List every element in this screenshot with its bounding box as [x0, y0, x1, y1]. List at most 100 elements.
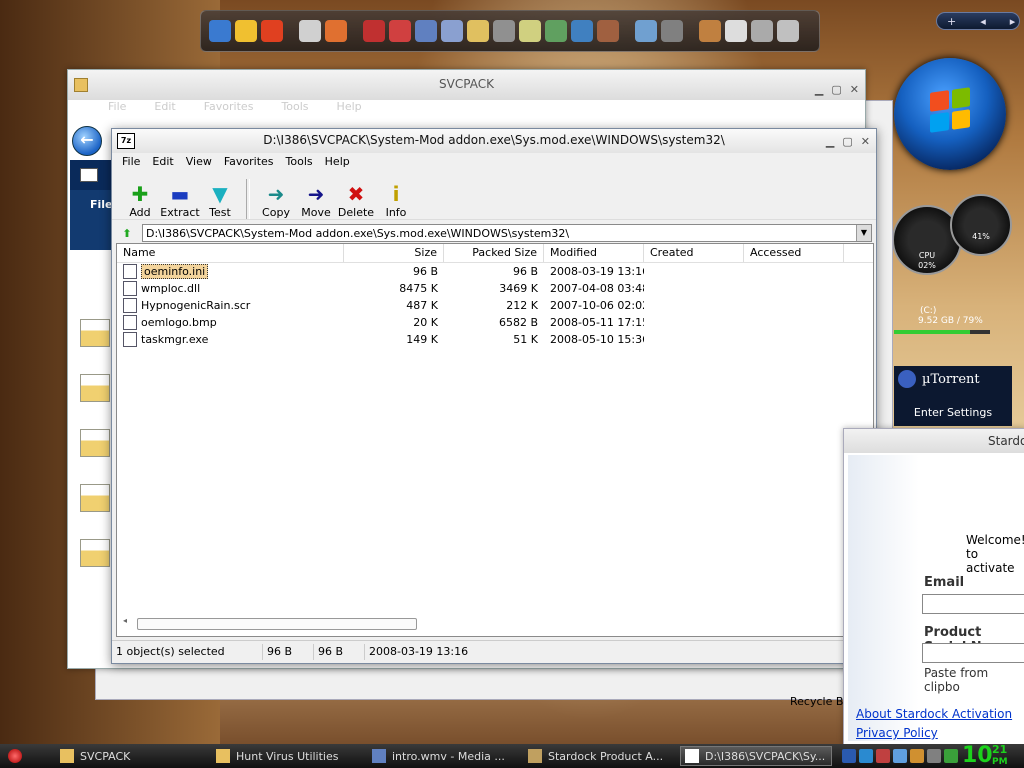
address-input[interactable]: D:\I386\SVCPACK\System-Mod addon.exe\Sys… — [142, 224, 872, 242]
menu-favorites[interactable]: Favorites — [218, 153, 280, 171]
maximize-button[interactable]: ▢ — [831, 76, 841, 104]
memory-gauge: 41% — [950, 194, 1012, 256]
folder-item-icon[interactable] — [80, 319, 110, 347]
taskbar-item[interactable]: Hunt Virus Utilities — [212, 746, 364, 766]
prev-icon[interactable]: ◂ — [980, 15, 986, 28]
paint-icon[interactable] — [325, 20, 347, 42]
taskbar-item[interactable]: intro.wmv - Media ... — [368, 746, 520, 766]
file-row[interactable]: taskmgr.exe 149 K 51 K 2008-05-10 15:36 — [117, 331, 873, 348]
privacy-policy-link[interactable]: Privacy Policy — [856, 726, 938, 740]
books-icon[interactable] — [363, 20, 385, 42]
scroll-thumb[interactable] — [137, 618, 417, 630]
minimize-button[interactable]: ▁ — [826, 135, 834, 148]
minimize-button[interactable]: ▁ — [815, 76, 823, 104]
file-row[interactable]: HypnogenicRain.scr 487 K 212 K 2007-10-06 0… — [117, 297, 873, 314]
svcpack-menu-favorites[interactable]: Favorites — [204, 100, 254, 114]
folder-item-icon[interactable] — [80, 374, 110, 402]
close-button[interactable]: ✕ — [861, 135, 870, 148]
recycle-bin-label[interactable]: Recycle Bi — [790, 695, 846, 708]
copy-button[interactable]: ➜ Copy — [256, 175, 296, 219]
paste-button[interactable]: Paste from clipbo — [924, 666, 1024, 694]
svcpack-menu-help[interactable]: Help — [337, 100, 362, 114]
taskbar-item-label: Hunt Virus Utilities — [236, 749, 339, 763]
flash-icon[interactable] — [261, 20, 283, 42]
file-packed-size: 96 B — [512, 265, 538, 278]
hammer-icon[interactable] — [597, 20, 619, 42]
file-name: HypnogenicRain.scr — [141, 299, 251, 312]
col-packed-size[interactable]: Packed Size — [444, 244, 544, 262]
move-button[interactable]: ➜ Move — [296, 175, 336, 219]
maximize-button[interactable]: ▢ — [842, 135, 852, 148]
col-name[interactable]: Name — [117, 244, 344, 262]
next-icon[interactable]: ▸ — [1010, 15, 1016, 28]
test-button[interactable]: ▼ Test — [200, 175, 240, 219]
horizontal-scrollbar[interactable]: ◂ — [121, 616, 869, 630]
start-button[interactable] — [0, 744, 30, 768]
cd-icon[interactable] — [299, 20, 321, 42]
about-activation-link[interactable]: About Stardock Activation — [856, 707, 1012, 721]
language-icon[interactable] — [842, 749, 856, 763]
menu-file[interactable]: File — [116, 153, 146, 171]
network-icon[interactable] — [415, 20, 437, 42]
info-button[interactable]: i Info — [376, 175, 416, 219]
taskbar-item[interactable]: Stardock Product A... — [524, 746, 676, 766]
svcpack-menu-file[interactable]: File — [108, 100, 126, 114]
move-icon: ➜ — [307, 182, 325, 206]
paint2-icon[interactable] — [699, 20, 721, 42]
clock-minute: 21 — [992, 743, 1008, 756]
extract-button[interactable]: ▬ Extract — [160, 175, 200, 219]
display-icon[interactable] — [635, 20, 657, 42]
power-icon[interactable] — [725, 20, 747, 42]
delete-button[interactable]: ✖ Delete — [336, 175, 376, 219]
folder-item-icon[interactable] — [80, 484, 110, 512]
menu-view[interactable]: View — [180, 153, 218, 171]
file-row[interactable]: oemlogo.bmp 20 K 6582 B 2008-05-11 17:15 — [117, 314, 873, 331]
svcpack-menu-edit[interactable]: Edit — [154, 100, 175, 114]
package-icon[interactable] — [545, 20, 567, 42]
file-row[interactable]: wmploc.dll 8475 K 3469 K 2007-04-08 03:48 — [117, 280, 873, 297]
folder-item-icon[interactable] — [80, 429, 110, 457]
svcpack-menu-tools[interactable]: Tools — [281, 100, 308, 114]
counter-icon[interactable] — [235, 20, 257, 42]
add-gadget-button[interactable]: + — [947, 15, 956, 28]
wrench-icon[interactable] — [493, 20, 515, 42]
close-button[interactable]: ✕ — [850, 76, 859, 104]
scroll-left-icon[interactable]: ◂ — [123, 616, 127, 625]
utorrent-settings-button[interactable]: Enter Settings — [894, 406, 1012, 419]
clipboard-icon[interactable] — [441, 20, 463, 42]
window-icon[interactable] — [571, 20, 593, 42]
taskbar-item-label: intro.wmv - Media ... — [392, 749, 505, 763]
clock[interactable]: 10 21 PM — [960, 744, 1024, 768]
notes-icon[interactable] — [519, 20, 541, 42]
7zip-title: D:\I386\SVCPACK\System-Mod addon.exe\Sys… — [263, 133, 725, 147]
antivirus-icon[interactable] — [876, 749, 890, 763]
menu-edit[interactable]: Edit — [146, 153, 179, 171]
tools-icon[interactable] — [661, 20, 683, 42]
folder-up-icon[interactable]: ⬆ — [118, 224, 136, 242]
menu-tools[interactable]: Tools — [280, 153, 319, 171]
file-row[interactable]: oeminfo.ini 96 B 96 B 2008-03-19 13:16 — [117, 263, 873, 280]
windows-orb-icon[interactable] — [894, 58, 1006, 170]
add-button[interactable]: ✚ Add — [120, 175, 160, 219]
sound-icon[interactable] — [751, 20, 773, 42]
network-icon[interactable] — [859, 749, 873, 763]
taskbar-item[interactable]: SVCPACK — [56, 746, 208, 766]
folder-item-icon[interactable] — [80, 539, 110, 567]
col-created[interactable]: Created — [644, 244, 744, 262]
ie-icon[interactable] — [389, 20, 411, 42]
col-size[interactable]: Size — [344, 244, 444, 262]
tray-update-icon[interactable] — [944, 749, 958, 763]
folder-icon[interactable] — [467, 20, 489, 42]
trash-icon[interactable] — [777, 20, 799, 42]
tray-app-icon[interactable] — [910, 749, 924, 763]
serial-field[interactable] — [922, 643, 1024, 663]
volume-icon[interactable] — [893, 749, 907, 763]
taskbar-item[interactable]: D:\I386\SVCPACK\Sy... — [680, 746, 832, 766]
menu-help[interactable]: Help — [319, 153, 356, 171]
col-modified[interactable]: Modified — [544, 244, 644, 262]
tray-tool-icon[interactable] — [927, 749, 941, 763]
media-icon[interactable] — [209, 20, 231, 42]
chevron-down-icon[interactable]: ▼ — [856, 225, 871, 241]
col-accessed[interactable]: Accessed — [744, 244, 844, 262]
email-field[interactable] — [922, 594, 1024, 614]
